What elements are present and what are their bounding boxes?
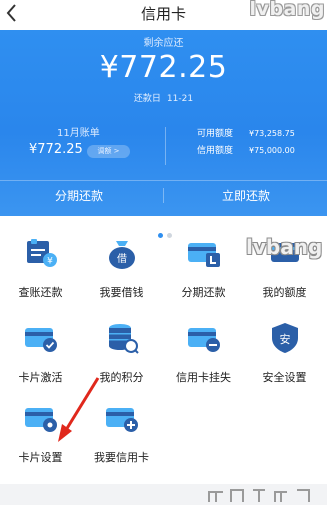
credit-limit-value: ¥75,000.00 xyxy=(249,146,295,155)
divider xyxy=(165,127,166,165)
watermark-logo: lvbang xyxy=(249,0,325,20)
grid-item-bill-lookup[interactable]: ¥ 查账还款 xyxy=(0,235,81,305)
due-date: 还款日 11-21 xyxy=(0,91,327,104)
balance-summary-panel: 剩余应还 ¥772.25 还款日 11-21 11月账单 ¥772.25 调额 >… xyxy=(0,30,327,216)
divider xyxy=(163,188,164,203)
available-limit-label: 可用额度 xyxy=(197,129,234,139)
due-date-value: 11-21 xyxy=(166,94,194,104)
grid-item-borrow[interactable]: 借 我要借钱 xyxy=(81,235,162,305)
security-shield-icon: 安 xyxy=(271,323,298,353)
points-coins-icon xyxy=(108,324,139,354)
grid-item-label: 我要信用卡 xyxy=(94,451,149,464)
grid-item-label: 卡片设置 xyxy=(18,451,63,464)
bill-lookup-icon: ¥ xyxy=(26,239,57,267)
bill-amount: ¥772.25 xyxy=(29,142,83,157)
bill-month-label: 11月账单 xyxy=(57,128,100,139)
repay-now-button[interactable]: 立即还款 xyxy=(222,187,270,204)
grid-item-label: 我要借钱 xyxy=(99,286,144,299)
grid-item-label: 卡片激活 xyxy=(18,371,63,384)
apply-card-icon xyxy=(105,408,138,432)
grid-item-installment[interactable]: 分期还款 xyxy=(163,235,244,305)
money-bag-icon: 借 xyxy=(108,241,135,269)
grid-item-label: 信用卡挂失 xyxy=(176,371,231,384)
adjust-limit-button[interactable]: 调额 > xyxy=(87,145,130,158)
svg-text:安: 安 xyxy=(279,332,290,346)
divider xyxy=(0,180,327,181)
svg-text:借: 借 xyxy=(117,253,127,265)
grid-item-card-settings[interactable]: 卡片设置 xyxy=(0,400,81,470)
credit-limit-label: 信用额度 xyxy=(197,146,234,156)
watermark-logo: lvbang xyxy=(246,235,323,259)
available-limit-value: ¥73,258.75 xyxy=(249,129,295,138)
remaining-amount: ¥772.25 xyxy=(99,50,228,85)
credit-limit-row: 信用额度 ¥75,000.00 xyxy=(197,143,295,156)
grid-item-report-loss[interactable]: 信用卡挂失 xyxy=(163,320,244,390)
grid-item-apply-card[interactable]: 我要信用卡 xyxy=(81,400,162,470)
card-activate-icon xyxy=(24,328,57,352)
watermark-partial xyxy=(208,489,310,502)
grid-item-label: 分期还款 xyxy=(181,286,226,299)
grid-item-label: 安全设置 xyxy=(262,371,307,384)
grid-item-label: 我的积分 xyxy=(99,371,144,384)
grid-item-label: 查账还款 xyxy=(18,286,63,299)
available-limit-row: 可用额度 ¥73,258.75 xyxy=(197,126,295,139)
grid-item-card-activate[interactable]: 卡片激活 xyxy=(0,320,81,390)
installment-repay-button[interactable]: 分期还款 xyxy=(55,187,103,204)
remaining-label: 剩余应还 xyxy=(143,38,184,49)
due-label: 还款日 xyxy=(133,94,161,104)
installment-card-icon xyxy=(187,243,220,267)
grid-item-security[interactable]: 安 安全设置 xyxy=(244,320,325,390)
grid-item-label: 我的额度 xyxy=(262,286,307,299)
card-report-loss-icon xyxy=(187,328,220,352)
navigation-bar: 信用卡 lvbang xyxy=(0,0,327,30)
grid-item-my-points[interactable]: 我的积分 xyxy=(81,320,162,390)
svg-text:¥: ¥ xyxy=(47,257,53,267)
card-settings-icon xyxy=(24,408,57,432)
credit-card-screen: 信用卡 lvbang 剩余应还 ¥772.25 还款日 11-21 11月账单 ¥… xyxy=(0,0,327,505)
